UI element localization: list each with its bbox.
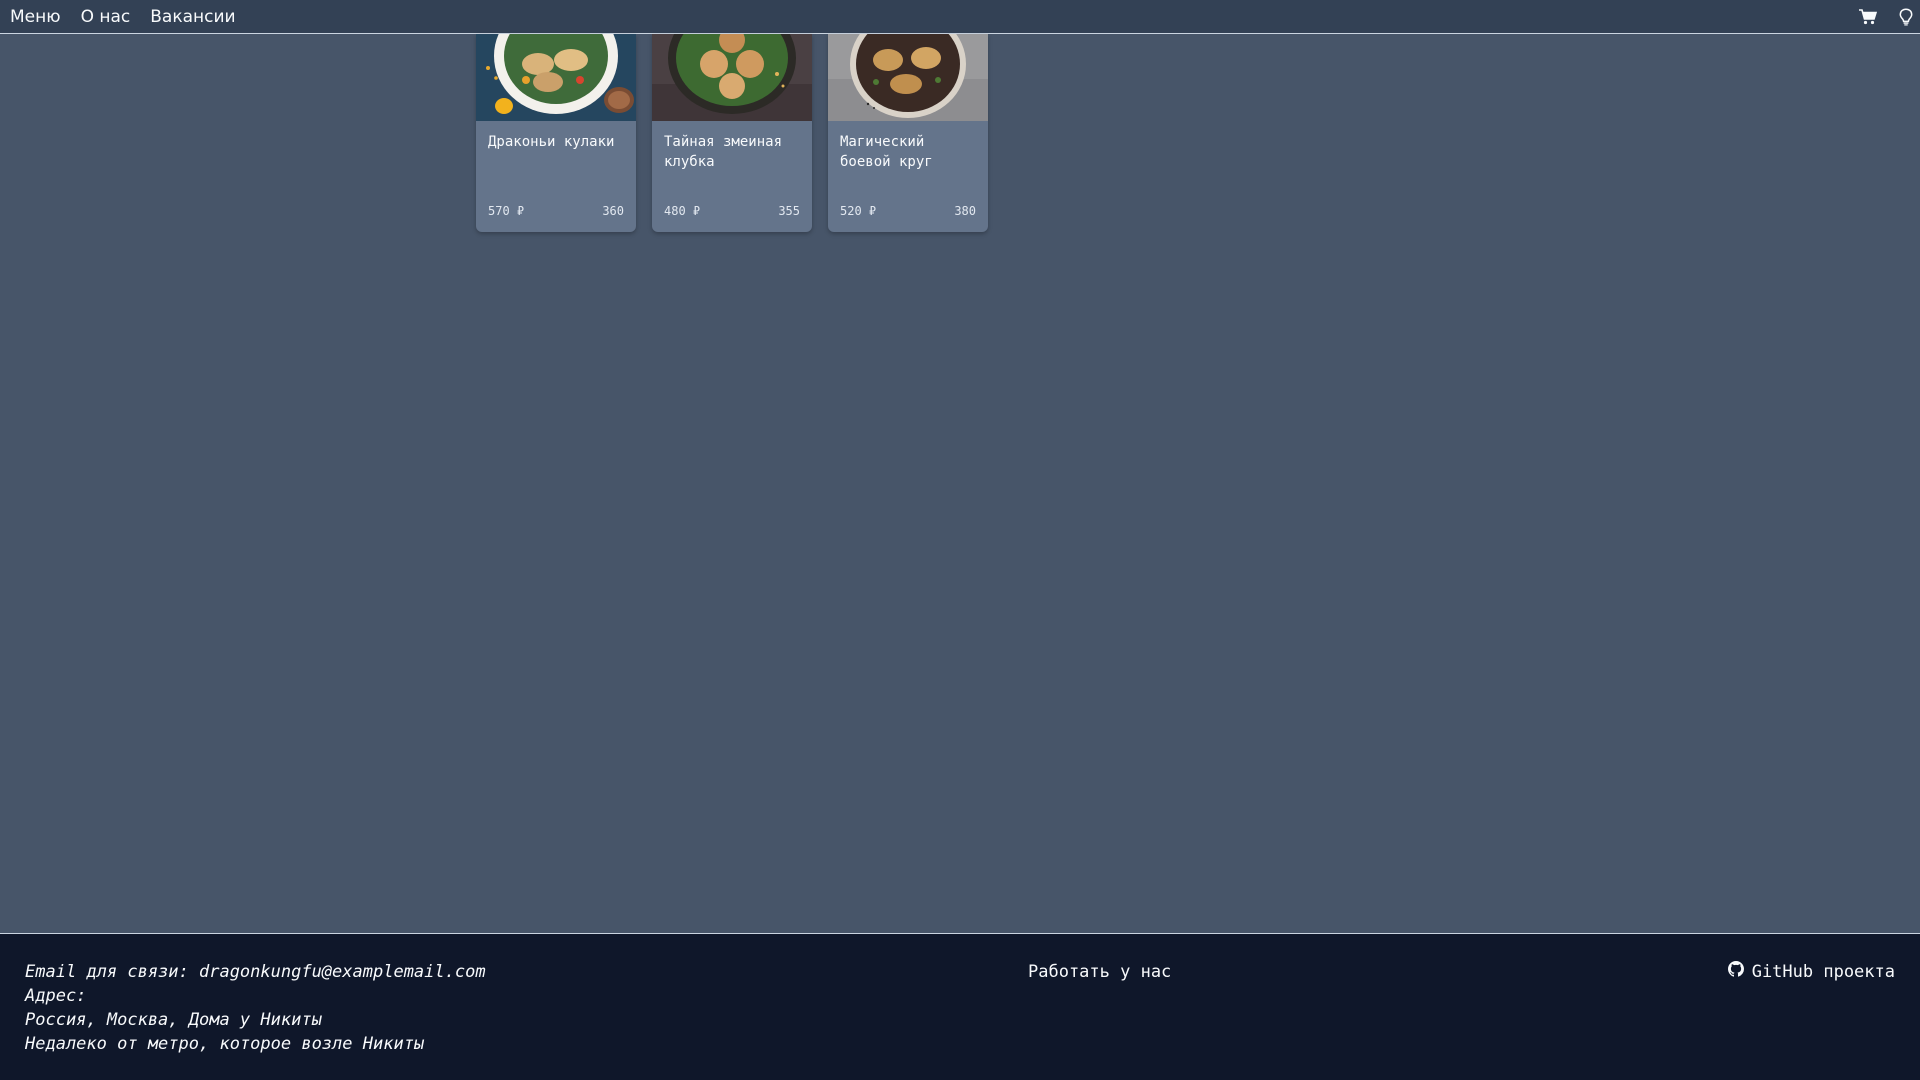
address-note: Недалеко от метро, которое возле Никиты <box>25 1034 425 1054</box>
github-icon <box>1727 960 1744 984</box>
nav-link-about[interactable]: О нас <box>81 7 131 27</box>
contact-email: Email для связи: dragonkungfu@examplemai… <box>25 962 486 982</box>
github-label: GitHub проекта <box>1751 962 1895 982</box>
card-title: Тайная змеиная клубка <box>664 134 783 170</box>
dish-image <box>652 34 812 121</box>
card-weight: 355 <box>778 204 800 218</box>
nav-link-vacancies[interactable]: Вакансии <box>150 7 235 27</box>
card-price: 570 ₽ <box>488 204 525 218</box>
card-price: 520 ₽ <box>840 204 877 218</box>
product-card[interactable]: Тайная змеиная клубка 480 ₽ 355 <box>652 34 812 232</box>
lightbulb-icon[interactable] <box>1896 7 1916 27</box>
dish-image <box>476 34 636 121</box>
cart-icon[interactable] <box>1858 7 1878 27</box>
footer-contacts: Email для связи: dragonkungfu@examplemai… <box>25 960 486 1056</box>
product-cards: Драконьи кулаки 570 ₽ 360 Тайная змеиная… <box>476 34 988 232</box>
address-line: Россия, Москва, Дома у Никиты <box>25 1010 322 1030</box>
product-card[interactable]: Магический боевой круг 520 ₽ 380 <box>828 34 988 232</box>
dish-image <box>828 34 988 121</box>
card-weight: 380 <box>954 204 976 218</box>
top-navbar: Меню О нас Вакансии <box>0 0 1920 34</box>
nav-link-menu[interactable]: Меню <box>10 7 61 27</box>
product-card[interactable]: Драконьи кулаки 570 ₽ 360 <box>476 34 636 232</box>
nav-icons <box>1858 0 1916 33</box>
card-title: Магический боевой круг <box>840 134 933 170</box>
work-with-us-link[interactable]: Работать у нас <box>1028 960 1171 984</box>
card-price: 480 ₽ <box>664 204 701 218</box>
card-weight: 360 <box>602 204 624 218</box>
card-title: Драконьи кулаки <box>488 134 615 150</box>
github-link[interactable]: GitHub проекта <box>1727 960 1895 984</box>
nav-links: Меню О нас Вакансии <box>10 0 236 33</box>
address-label: Адрес: <box>25 986 87 1006</box>
footer: Email для связи: dragonkungfu@examplemai… <box>0 933 1920 1080</box>
